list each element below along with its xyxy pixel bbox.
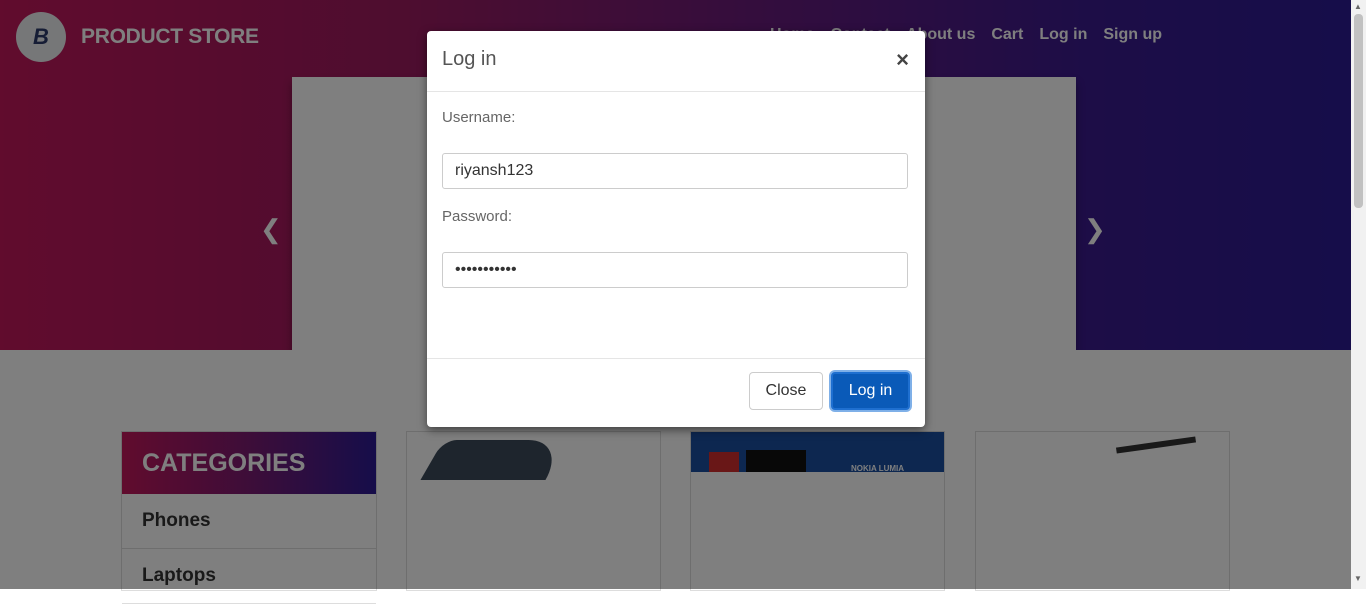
modal-body: Username: Password: (427, 92, 925, 359)
scroll-up-icon[interactable]: ▲ (1354, 2, 1362, 11)
login-modal: Log in × Username: Password: Close Log i… (427, 31, 925, 427)
scroll-down-icon[interactable]: ▼ (1354, 574, 1362, 583)
modal-header: Log in × (427, 31, 925, 92)
modal-title: Log in (442, 48, 497, 70)
login-button[interactable]: Log in (831, 372, 910, 410)
username-input[interactable] (442, 153, 908, 189)
close-button[interactable]: Close (749, 372, 823, 410)
password-label: Password: (442, 208, 513, 225)
username-label: Username: (442, 109, 516, 126)
close-icon[interactable]: × (896, 48, 909, 72)
scrollbar-thumb[interactable] (1354, 14, 1363, 208)
scrollbar[interactable]: ▲ ▼ (1351, 0, 1366, 589)
password-input[interactable] (442, 252, 908, 288)
